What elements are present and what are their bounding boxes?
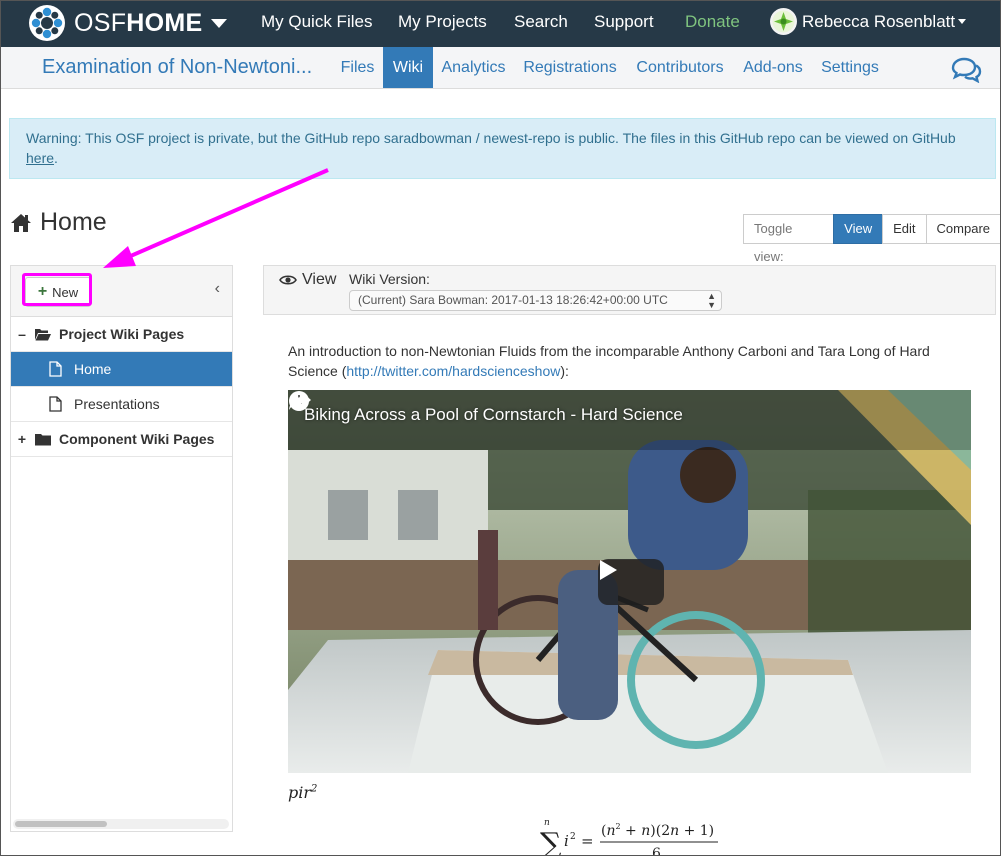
page-title: Home bbox=[10, 208, 107, 237]
sidebar-item-label: Presentations bbox=[74, 396, 160, 412]
minus-icon: – bbox=[18, 326, 26, 342]
svg-text:6: 6 bbox=[652, 846, 661, 856]
nav-search[interactable]: Search bbox=[514, 12, 568, 32]
svg-text:∑: ∑ bbox=[540, 827, 562, 856]
intro-suffix: ): bbox=[560, 363, 569, 379]
collapse-sidebar-button[interactable]: ‹ bbox=[215, 280, 220, 298]
osf-logo-icon bbox=[29, 5, 65, 41]
user-menu[interactable]: Rebecca Rosenblatt bbox=[770, 8, 967, 35]
play-button[interactable] bbox=[598, 559, 664, 605]
tab-analytics[interactable]: Analytics bbox=[434, 47, 513, 88]
top-navbar: OSFHOME My Quick Files My Projects Searc… bbox=[0, 0, 1001, 47]
tab-add-ons[interactable]: Add-ons bbox=[736, 47, 810, 88]
math-pir-expression: pir2 bbox=[288, 783, 317, 802]
brand-light: OSF bbox=[74, 8, 127, 37]
eye-icon bbox=[279, 275, 297, 285]
component-wiki-pages-group[interactable]: + Component Wiki Pages bbox=[11, 422, 232, 457]
project-wiki-pages-label: Project Wiki Pages bbox=[59, 326, 185, 342]
math-pir-exponent: 2 bbox=[311, 783, 318, 795]
svg-text:2: 2 bbox=[570, 832, 576, 842]
math-sum-formula: n ∑ i 2 = (n2 + n)(2n + 1) 6 bbox=[540, 818, 718, 856]
new-button-label: New bbox=[52, 284, 79, 300]
project-wiki-pages-group[interactable]: – Project Wiki Pages bbox=[11, 317, 232, 352]
nav-donate[interactable]: Donate bbox=[685, 12, 740, 32]
page-title-text: Home bbox=[40, 208, 107, 236]
alert-suffix: . bbox=[54, 150, 58, 166]
sidebar-item-home[interactable]: Home bbox=[11, 352, 232, 387]
sidebar-header: + New ‹ bbox=[11, 266, 232, 317]
svg-text:i: i bbox=[564, 832, 569, 850]
svg-text:(n2 + n)(2n + 1): (n2 + n)(2n + 1) bbox=[601, 822, 714, 839]
brand-text: OSFHOME bbox=[74, 9, 203, 38]
sidebar-scrollbar[interactable] bbox=[13, 819, 229, 829]
brand-bold: HOME bbox=[126, 8, 203, 37]
toggle-view-group: Toggle view: View Edit Compare bbox=[743, 214, 1001, 264]
plus-icon: + bbox=[37, 283, 48, 300]
math-pir-base: pir bbox=[288, 783, 312, 802]
chevron-down-icon bbox=[958, 19, 967, 24]
nav-support[interactable]: Support bbox=[594, 12, 654, 32]
edit-toggle-button[interactable]: Edit bbox=[882, 214, 927, 244]
component-wiki-pages-label: Component Wiki Pages bbox=[59, 431, 215, 447]
plus-icon: + bbox=[17, 431, 27, 447]
github-warning-alert: Warning: This OSF project is private, bu… bbox=[9, 118, 996, 179]
tab-wiki[interactable]: Wiki bbox=[383, 47, 433, 88]
file-icon bbox=[49, 396, 62, 412]
compare-toggle-button[interactable]: Compare bbox=[925, 214, 1001, 244]
view-label: View bbox=[279, 271, 336, 289]
folder-icon bbox=[35, 433, 51, 446]
alert-here-link[interactable]: here bbox=[26, 150, 54, 166]
scrollbar-thumb[interactable] bbox=[15, 821, 107, 827]
share-icon[interactable] bbox=[288, 390, 312, 412]
select-arrows-icon: ▲ ▼ bbox=[707, 291, 716, 310]
wiki-version-label: Wiki Version: bbox=[349, 271, 430, 287]
nav-my-projects[interactable]: My Projects bbox=[398, 12, 487, 32]
view-toggle-button[interactable]: View bbox=[833, 214, 884, 244]
wiki-intro-paragraph: An introduction to non-Newtonian Fluids … bbox=[288, 341, 968, 381]
osf-home-brand[interactable]: OSFHOME bbox=[28, 4, 227, 42]
chevron-down-icon bbox=[210, 18, 227, 28]
comments-icon[interactable] bbox=[950, 57, 982, 83]
wiki-view-panel-header: View Wiki Version: (Current) Sara Bowman… bbox=[263, 265, 996, 315]
folder-open-icon bbox=[35, 328, 51, 341]
sidebar-item-presentations[interactable]: Presentations bbox=[11, 387, 232, 422]
tab-contributors[interactable]: Contributors bbox=[628, 47, 732, 88]
view-label-text: View bbox=[302, 271, 337, 288]
avatar bbox=[770, 8, 797, 35]
tab-registrations[interactable]: Registrations bbox=[516, 47, 624, 88]
project-navbar: Examination of Non-Newtoni... Files Wiki… bbox=[0, 47, 1001, 89]
project-title[interactable]: Examination of Non-Newtoni... bbox=[42, 56, 312, 79]
file-icon bbox=[49, 361, 62, 377]
wiki-version-value: (Current) Sara Bowman: 2017-01-13 18:26:… bbox=[358, 293, 668, 307]
tab-files[interactable]: Files bbox=[333, 47, 382, 88]
hardscience-twitter-link[interactable]: http://twitter.com/hardscienceshow bbox=[346, 363, 560, 379]
home-icon bbox=[11, 213, 31, 232]
toggle-view-label: Toggle view: bbox=[743, 214, 835, 264]
svg-text:=: = bbox=[581, 832, 594, 850]
alert-text: Warning: This OSF project is private, bu… bbox=[26, 130, 956, 146]
user-name: Rebecca Rosenblatt bbox=[802, 11, 956, 31]
tab-settings[interactable]: Settings bbox=[814, 47, 886, 88]
wiki-version-select[interactable]: (Current) Sara Bowman: 2017-01-13 18:26:… bbox=[349, 290, 722, 311]
embedded-video-player[interactable]: Biking Across a Pool of Cornstarch - Har… bbox=[288, 390, 971, 773]
avatar-pattern-icon bbox=[772, 10, 795, 33]
new-wiki-page-button[interactable]: + New bbox=[25, 277, 91, 307]
play-icon bbox=[600, 560, 617, 580]
sidebar-item-label: Home bbox=[74, 361, 112, 377]
video-title: Biking Across a Pool of Cornstarch - Har… bbox=[304, 405, 683, 424]
nav-my-quick-files[interactable]: My Quick Files bbox=[261, 12, 372, 32]
wiki-sidebar: + New ‹ – Project Wiki Pages Home Presen… bbox=[10, 265, 233, 832]
